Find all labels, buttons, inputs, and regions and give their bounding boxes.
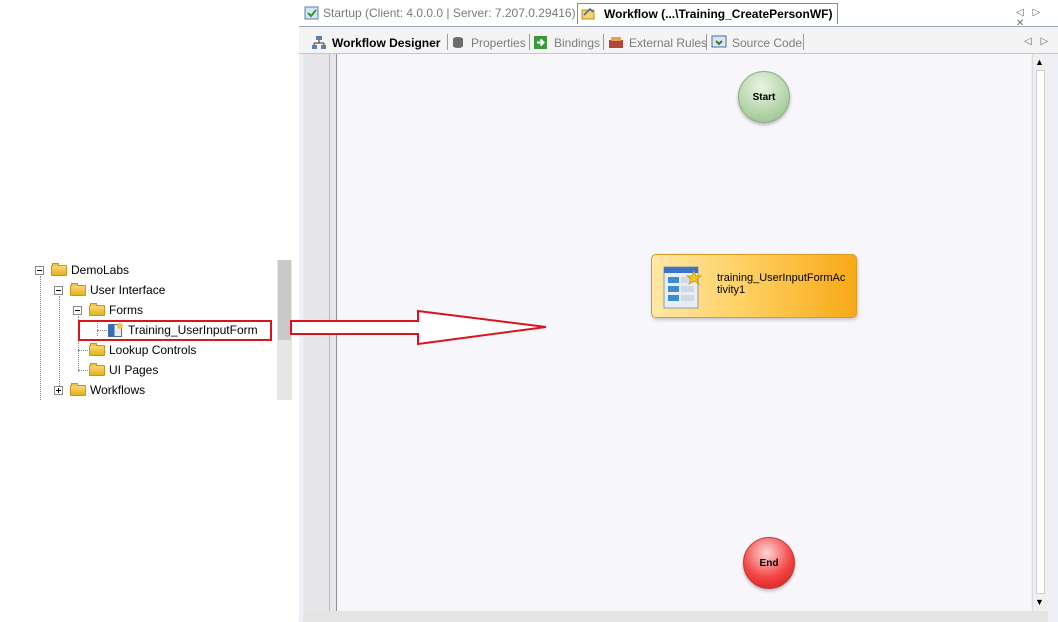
tab-label: Bindings — [554, 36, 601, 50]
folder-icon — [89, 343, 105, 356]
tree-item-lookup-controls[interactable]: Lookup Controls — [0, 341, 270, 359]
collapse-icon[interactable] — [73, 306, 82, 315]
scrollbar-track[interactable] — [1036, 70, 1045, 594]
tab-separator — [447, 34, 448, 50]
rules-icon — [609, 37, 623, 48]
folder-icon — [89, 363, 105, 376]
bindings-icon — [534, 36, 547, 49]
folder-icon — [70, 283, 86, 296]
tree-item-forms[interactable]: Forms — [0, 301, 270, 319]
workflow-icon — [581, 7, 595, 20]
highlight-box — [78, 320, 272, 341]
tab-separator — [603, 34, 604, 50]
form-activity-icon — [663, 266, 703, 309]
tab-external-rules[interactable]: External Rules — [608, 34, 708, 52]
activity-label: training_UserInputFormActivity1 — [717, 272, 846, 296]
view-tab-scroll-arrows[interactable]: ◁ ▷ — [1024, 36, 1051, 47]
tab-properties[interactable]: Properties — [452, 34, 528, 52]
annotation-arrow — [290, 309, 547, 346]
tree-item-label: UI Pages — [109, 363, 159, 377]
start-node[interactable]: Start — [738, 71, 790, 123]
tab-startup[interactable]: Startup (Client: 4.0.0.0 | Server: 7.207… — [301, 3, 576, 24]
folder-icon — [51, 263, 67, 276]
tab-separator — [803, 34, 804, 50]
scroll-down-arrow[interactable]: ▼ — [1035, 597, 1044, 607]
tree-item-label: User Interface — [90, 283, 166, 297]
collapse-icon[interactable] — [35, 266, 44, 275]
tab-workflow[interactable]: Workflow (...\Training_CreatePersonWF) — [577, 3, 838, 24]
end-node[interactable]: End — [743, 537, 795, 589]
tab-bindings[interactable]: Bindings — [533, 34, 603, 52]
tab-scroll-arrows[interactable]: ◁ ▷ ✕ — [1016, 7, 1058, 29]
tree-item-label: Workflows — [90, 383, 146, 397]
tab-label: Source Code — [732, 36, 803, 50]
horizontal-scrollbar[interactable] — [303, 611, 1048, 622]
folder-icon — [89, 303, 105, 316]
vertical-scrollbar[interactable]: ▲ ▼ — [1032, 54, 1048, 611]
end-label: End — [759, 558, 779, 569]
tab-separator — [706, 34, 707, 50]
tab-workflow-designer[interactable]: Workflow Designer — [311, 34, 451, 52]
tree-item-label: DemoLabs — [71, 263, 130, 277]
tab-label: Workflow (...\Training_CreatePersonWF) — [604, 7, 833, 21]
designer-icon — [312, 36, 326, 49]
collapse-icon[interactable] — [54, 286, 63, 295]
tree-item-user-interface[interactable]: User Interface — [0, 281, 270, 299]
tree-item-label: Forms — [109, 303, 143, 317]
tree-item-demolabs[interactable]: DemoLabs — [0, 261, 270, 279]
startup-icon — [304, 6, 319, 20]
tab-label: External Rules — [629, 36, 708, 50]
tab-label: Startup (Client: 4.0.0.0 | Server: 7.207… — [323, 6, 576, 20]
tree-item-label: Lookup Controls — [109, 343, 197, 357]
scroll-up-arrow[interactable]: ▲ — [1035, 57, 1044, 67]
tab-source-code[interactable]: Source Code — [711, 34, 803, 52]
tree-item-workflows[interactable]: Workflows — [0, 381, 270, 399]
folder-icon — [70, 383, 86, 396]
tab-label: Properties — [471, 36, 526, 50]
tab-separator — [529, 34, 530, 50]
user-input-form-activity[interactable]: training_UserInputFormActivity1 — [651, 254, 857, 318]
start-label: Start — [752, 92, 776, 103]
tree-item-ui-pages[interactable]: UI Pages — [0, 361, 270, 379]
tab-label: Workflow Designer — [332, 36, 441, 50]
expand-icon[interactable] — [54, 386, 63, 395]
source-code-icon — [711, 35, 727, 48]
database-icon — [453, 37, 463, 48]
